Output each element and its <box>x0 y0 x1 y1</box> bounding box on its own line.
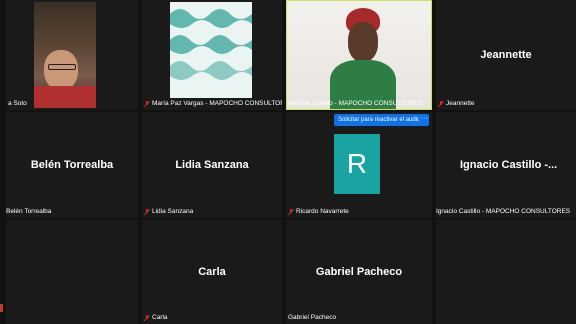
participant-name-label: Carla <box>144 314 168 322</box>
request-unmute-button[interactable]: Solicitar para reactivar el audio <box>334 114 425 126</box>
video-feed <box>34 2 96 108</box>
participant-tile-patricia[interactable]: Patricia Castillo - MAPOCHO CONSULTORES <box>286 0 432 110</box>
participant-name-label: Ricardo Navarrete <box>288 208 349 216</box>
participant-name-display: Belén Torrealba <box>30 159 114 171</box>
participant-name-display: Jeannette <box>480 49 532 61</box>
participant-name-label: Lidia Sanzana <box>144 208 193 216</box>
participant-name-display: Gabriel Pacheco <box>315 266 403 278</box>
participant-name-label: Gabriel Pacheco <box>288 314 337 321</box>
participant-tile-belen[interactable]: Belén Torrealba Belén Torrealba <box>6 112 138 218</box>
muted-mic-icon <box>288 208 294 215</box>
gallery-view: a Soto María Paz Vargas - MAPOCHO CONSUL… <box>0 0 576 324</box>
participant-tile-maria[interactable]: María Paz Vargas - MAPOCHO CONSULTORES <box>142 0 282 110</box>
participant-name-label: María Paz Vargas - MAPOCHO CONSULTORES <box>144 100 282 108</box>
participant-name-display: Carla <box>198 266 226 278</box>
avatar: R <box>334 134 380 194</box>
empty-tile <box>6 220 138 324</box>
participant-name-label: Jeannette <box>438 100 475 108</box>
wave-logo-icon <box>170 9 252 80</box>
participant-tile-ricardo[interactable]: R Ricardo Navarrete <box>286 112 432 218</box>
participant-tile-lidia[interactable]: Lidia Sanzana Lidia Sanzana <box>142 112 282 218</box>
participant-tile-gabriel[interactable]: Gabriel Pacheco Gabriel Pacheco <box>286 220 432 324</box>
participant-tile-carla[interactable]: Carla Carla <box>142 220 282 324</box>
more-options-button[interactable]: ··· <box>419 114 429 126</box>
participant-name-label: Patricia Castillo - MAPOCHO CONSULTORES <box>288 100 423 107</box>
edge-indicator <box>0 304 3 312</box>
muted-mic-icon <box>438 100 444 107</box>
participant-tile-jeannette[interactable]: Jeannette Jeannette <box>436 0 576 110</box>
participant-name-display: Ignacio Castillo -... <box>460 159 558 171</box>
participant-name-display: Lidia Sanzana <box>175 159 249 171</box>
wave-logo-image <box>170 2 252 98</box>
participant-name-label: a Soto <box>8 100 27 107</box>
participant-name-label: Belén Torrealba <box>6 208 52 215</box>
participant-tile-soto[interactable]: a Soto <box>6 0 138 110</box>
video-feed <box>286 0 432 110</box>
muted-mic-icon <box>144 314 150 321</box>
participant-name-label: Ignacio Castillo - MAPOCHO CONSULTORES <box>436 208 571 215</box>
muted-mic-icon <box>144 208 150 215</box>
muted-mic-icon <box>144 100 150 107</box>
participant-tile-ignacio[interactable]: Ignacio Castillo -... Ignacio Castillo -… <box>436 112 576 218</box>
empty-tile <box>436 220 576 324</box>
